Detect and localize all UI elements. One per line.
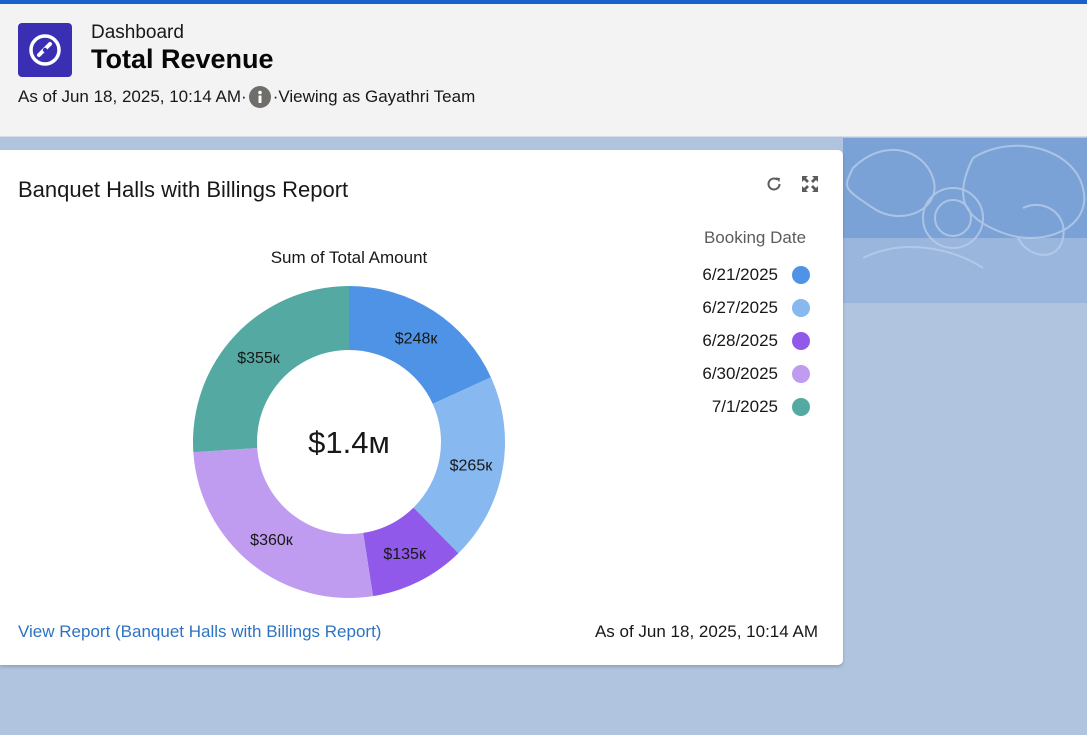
legend-label: 7/1/2025 [711,397,778,416]
page-title: Total Revenue [91,44,274,74]
legend-label: 6/28/2025 [702,331,778,350]
legend-item[interactable]: 6/30/2025 [660,361,820,387]
card-timestamp: As of Jun 18, 2025, 10:14 AM [594,622,818,641]
view-report-link[interactable]: View Report (Banquet Halls with Billings… [18,622,381,642]
legend-item[interactable]: 6/28/2025 [660,328,820,354]
slice-label: $135к [383,546,427,563]
viewing-as-label: ·Viewing as Gayathri Team [272,87,476,106]
legend-title: Booking Date [703,228,807,247]
as-of-timestamp: As of Jun 18, 2025, 10:14 AM· [18,87,247,106]
info-icon[interactable] [248,86,271,108]
legend-item[interactable]: 7/1/2025 [660,394,820,420]
gauge-icon [18,23,72,77]
page-eyebrow: Dashboard [91,22,184,43]
dashboard-meta: As of Jun 18, 2025, 10:14 AM· ·Viewing a… [18,86,475,108]
chart-title: Sum of Total Amount [271,248,428,267]
legend-swatch [792,266,810,284]
legend-item[interactable]: 6/21/2025 [660,262,820,288]
legend-swatch [792,332,810,350]
legend-swatch [792,299,810,317]
legend-label: 6/27/2025 [702,298,778,317]
donut-slice-6/30/2025[interactable] [193,448,373,598]
dashboard-card: Banquet Halls with Billings Report Sum o… [0,150,843,665]
background-illustration [843,138,1087,303]
legend-label: 6/21/2025 [702,265,778,284]
page-header: Dashboard Total Revenue As of Jun 18, 20… [0,4,1087,137]
slice-label: $248к [395,331,439,348]
legend-swatch [792,398,810,416]
donut-center-total: $1.4м [308,425,390,460]
slice-label: $360к [250,532,294,549]
slice-label: $355к [237,350,281,367]
legend-swatch [792,365,810,383]
slice-label: $265к [450,458,494,475]
legend-label: 6/30/2025 [702,364,778,383]
legend-item[interactable]: 6/27/2025 [660,295,820,321]
